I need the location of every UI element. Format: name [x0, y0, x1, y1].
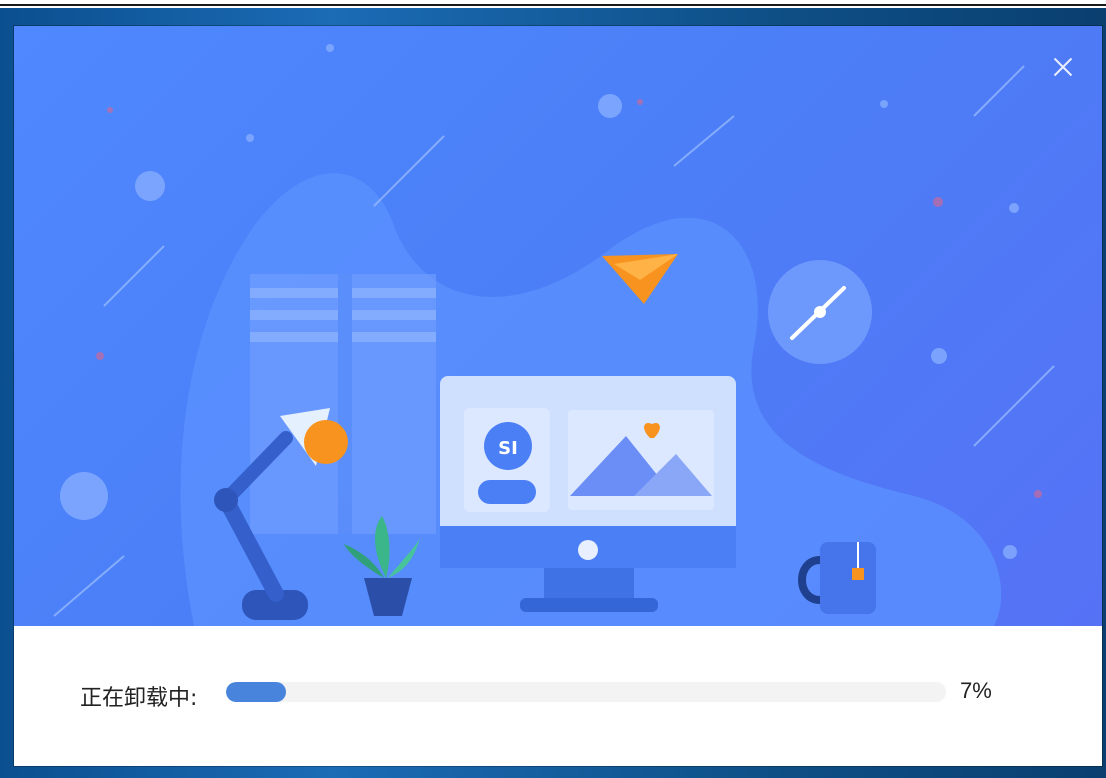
progress-fill [226, 682, 286, 702]
banner-svg: SI [53, 44, 1055, 626]
uninstall-dialog: SI 正在卸载中: 7% [14, 26, 1102, 766]
progress-bar [226, 682, 946, 702]
progress-footer: 正在卸载中: 7% [14, 626, 1102, 766]
clock-icon [768, 260, 872, 364]
screen: SI 正在卸载中: 7% [0, 0, 1106, 778]
bookshelf-icon [250, 274, 436, 534]
svg-text:SI: SI [498, 438, 518, 459]
banner-illustration: SI [14, 26, 1102, 626]
progress-percent: 7% [960, 678, 992, 703]
close-icon[interactable] [1050, 54, 1076, 80]
top-border [0, 4, 1106, 6]
status-label: 正在卸载中: [80, 686, 198, 711]
